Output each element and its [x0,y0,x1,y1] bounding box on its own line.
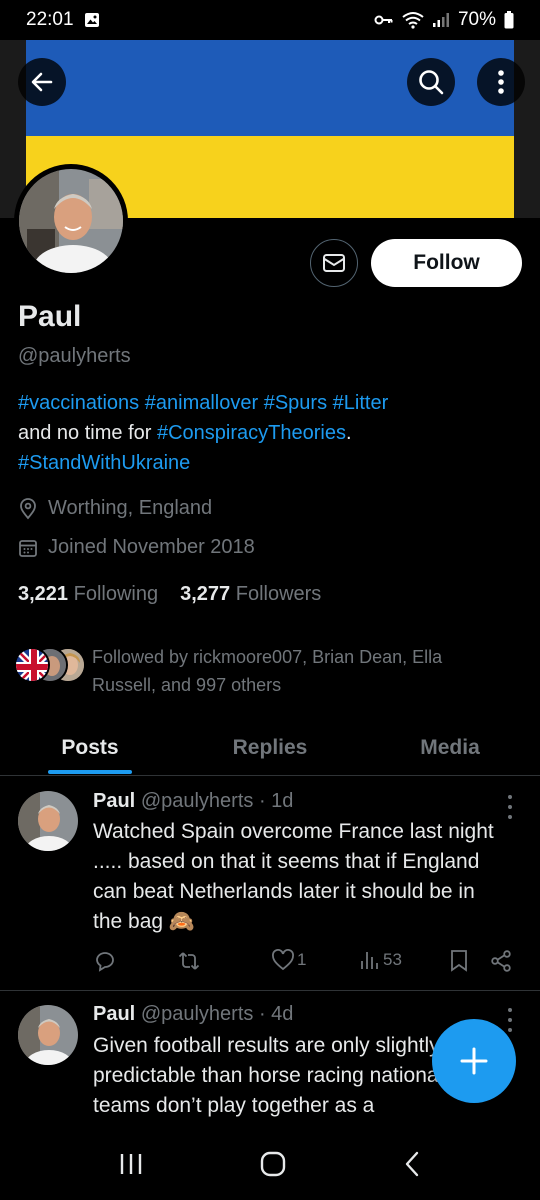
battery-icon [504,11,514,29]
status-time: 22:01 [26,9,74,30]
analytics-icon [361,952,378,969]
back-button[interactable] [18,58,66,106]
battery-percent: 70% [457,9,496,30]
profile-avatar[interactable] [14,164,128,278]
hashtag-link[interactable]: #ConspiracyTheories [157,422,346,444]
hashtag-link[interactable]: #StandWithUkraine [18,452,190,474]
post-avatar[interactable] [18,791,78,851]
more-vertical-icon [498,70,504,94]
bio-line-3: #StandWithUkraine [18,448,518,478]
hashtag-link[interactable]: #Spurs [264,392,327,414]
profile-location: Worthing, England [18,497,212,520]
followers-label: Followers [235,583,322,605]
followed-by-text: Followed by rickmoore007, Brian Dean, El… [92,647,443,695]
like-button[interactable]: 1 [271,949,306,971]
heart-icon [272,949,294,971]
post-author-name[interactable]: Paul [93,790,135,812]
share-icon [491,950,511,972]
bio-line-2: and no time for #ConspiracyTheories. [18,418,518,448]
profile-bio: #vaccinations #animallover #Spurs #Litte… [18,388,518,478]
search-icon [419,70,444,95]
gallery-notification-icon [84,13,99,27]
avatar-photo [19,169,123,273]
bio-text: . [345,422,352,444]
bio-line-1: #vaccinations #animallover #Spurs #Litte… [18,388,518,418]
union-jack-avatar [14,647,50,683]
bookmark-button[interactable] [449,949,469,973]
envelope-icon [323,254,345,272]
wifi-icon [402,12,424,29]
active-tab-indicator [48,770,132,774]
compose-post-button[interactable] [432,1019,516,1103]
views-button[interactable]: 53 [359,949,402,971]
home-icon[interactable] [259,1150,287,1178]
following-count: 3,221 [18,583,69,605]
plus-icon [460,1047,488,1075]
arrow-left-icon [31,72,53,92]
post-actions: 1 53 [93,949,523,979]
hashtag-link[interactable]: #Litter [333,392,389,414]
tab-media[interactable]: Media [360,722,540,774]
following-link[interactable]: 3,221 Following [18,583,158,606]
post-meta: @paulyherts · 1d [140,790,294,812]
status-bar: 22:01 70% [0,0,540,40]
followed-by-avatars [14,647,88,691]
key-icon [374,15,393,25]
bio-text: and no time for [18,422,157,444]
tab-posts[interactable]: Posts [0,722,180,774]
following-label: Following [73,583,159,605]
post-meta: @paulyherts · 4d [140,1003,294,1025]
post-item[interactable]: Paul @paulyherts · 1d Watched Spain over… [0,776,540,990]
hashtag-link[interactable]: #vaccinations [18,392,139,414]
profile-joined: Joined November 2018 [18,536,255,559]
location-pin-icon [20,497,36,519]
like-count: 1 [297,950,307,969]
message-button[interactable] [310,239,358,287]
post-author-name[interactable]: Paul [93,1003,135,1025]
bookmark-icon [451,950,467,972]
view-count: 53 [383,950,402,969]
follow-counts: 3,221 Following 3,277 Followers [18,583,321,606]
repost-button[interactable] [177,949,201,973]
more-options-button[interactable] [477,58,525,106]
reply-icon [96,952,114,972]
repost-icon [178,952,200,970]
calendar-icon [19,539,37,557]
profile-handle: @paulyherts [18,345,131,367]
joined-text: Joined November 2018 [48,536,255,558]
profile-name: Paul [18,300,82,333]
signal-icon [432,13,449,27]
share-button[interactable] [489,949,513,973]
post-header: Paul @paulyherts · 4d [93,1003,293,1026]
hashtag-link[interactable]: #animallover [145,392,258,414]
tab-replies[interactable]: Replies [180,722,360,774]
profile-tabs: Posts Replies Media [0,722,540,774]
post-more-button[interactable] [500,795,520,819]
post-more-button[interactable] [500,1008,520,1032]
followed-by[interactable]: Followed by rickmoore007, Brian Dean, El… [14,643,492,699]
system-nav-bar [0,1128,540,1200]
reply-button[interactable] [93,949,117,973]
post-avatar[interactable] [18,1005,78,1065]
followers-count: 3,277 [180,583,231,605]
recent-apps-icon[interactable] [118,1151,144,1177]
post-text: Watched Spain overcome France last night… [93,820,494,933]
follow-button[interactable]: Follow [371,239,522,287]
back-nav-icon[interactable] [402,1150,422,1178]
followers-link[interactable]: 3,277 Followers [180,583,321,606]
search-button[interactable] [407,58,455,106]
location-text: Worthing, England [48,497,213,519]
post-header: Paul @paulyherts · 1d [93,790,293,813]
